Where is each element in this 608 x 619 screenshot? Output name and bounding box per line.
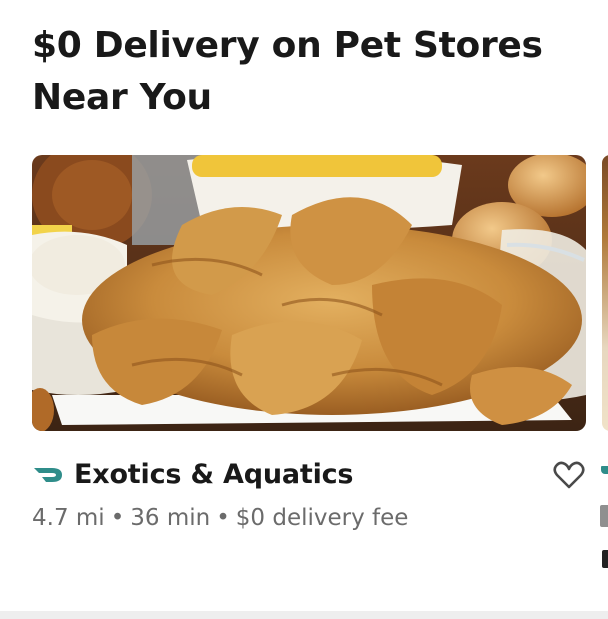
heart-outline-icon xyxy=(552,461,586,494)
store-eta: 36 min xyxy=(130,505,211,531)
store-header: Exotics & Aquatics xyxy=(32,455,586,495)
store-name[interactable]: Exotics & Aquatics xyxy=(74,457,353,493)
section-divider xyxy=(0,611,608,619)
meta-separator: • xyxy=(110,505,125,531)
next-store-name-peek xyxy=(602,550,608,568)
store-distance: 4.7 mi xyxy=(32,505,105,531)
meta-separator: • xyxy=(216,505,230,531)
favorite-button[interactable] xyxy=(552,459,586,491)
store-meta: 4.7 mi • 36 min • $0 delivery fee xyxy=(32,501,408,535)
next-store-image-peek[interactable] xyxy=(602,155,608,431)
section-title: $0 Delivery on Pet Stores Near You xyxy=(32,25,543,118)
next-store-meta-peek xyxy=(600,505,608,527)
next-store-dashpass-icon xyxy=(601,466,608,474)
store-image[interactable] xyxy=(32,155,586,431)
store-delivery-fee: $0 delivery fee xyxy=(235,505,409,531)
store-card[interactable]: Exotics & Aquatics 4.7 mi • 36 min • $0 deli… xyxy=(32,155,586,575)
dashpass-icon xyxy=(32,465,64,485)
